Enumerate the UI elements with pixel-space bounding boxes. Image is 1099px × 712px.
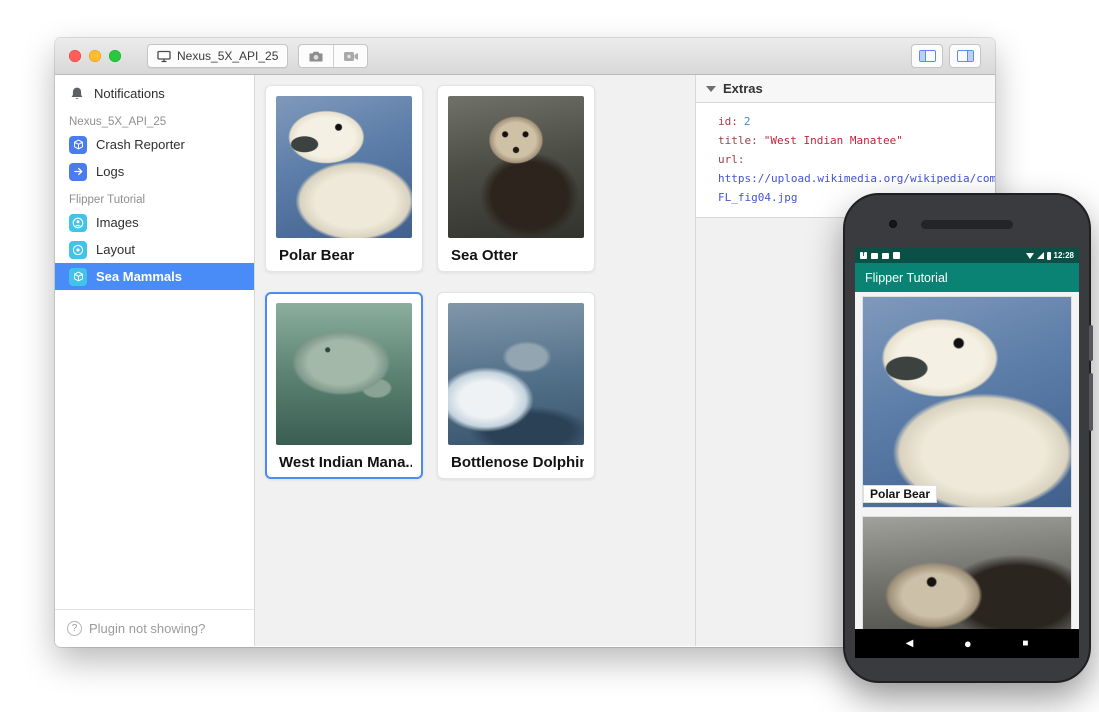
panel-toggle-group [911,44,981,68]
screen-record-button[interactable] [333,45,367,67]
phone-polar-bear-photo [863,297,1071,507]
phone-sea-otter-photo [863,517,1071,629]
front-camera-icon [889,220,897,228]
layout-target-icon [69,241,87,259]
android-nav-bar: ◀ ● ■ [855,629,1079,658]
android-phone-mockup: f 12:28 Flipper Tutorial Polar [843,193,1091,683]
desktop-background: Nexus_5X_API_25 [0,0,1099,712]
gallery-card-sea-otter[interactable]: Sea Otter [437,85,595,272]
android-status-bar: f 12:28 [855,248,1079,263]
extras-header[interactable]: Extras [696,75,995,103]
code-line-title: title:"West Indian Manatee" [718,131,991,150]
screenshot-button[interactable] [299,45,333,67]
sidebar-item-label: Crash Reporter [96,137,185,152]
chat-bubble-icon [871,253,878,259]
help-label: Plugin not showing? [89,621,205,636]
facebook-notification-icon: f [860,252,867,259]
device-selector-button[interactable]: Nexus_5X_API_25 [147,44,288,68]
sidebar-section-tutorial: Flipper Tutorial [55,185,254,209]
monitor-icon [157,50,171,63]
crash-reporter-cube-icon [69,136,87,154]
sidebar-item-label: Layout [96,242,135,257]
wifi-icon [1026,253,1034,259]
sidebar-item-notifications[interactable]: Notifications [55,80,254,107]
close-button[interactable] [69,50,81,62]
device-name: Nexus_5X_API_25 [177,49,278,63]
camera-icon [308,50,324,63]
code-line-url-key: url: [718,150,991,169]
card-title: Bottlenose Dolphin [448,445,584,471]
code-line-url-value: https://upload.wikimedia.org/wikipedia/c… [718,169,991,188]
sidebar-item-sea-mammals[interactable]: Sea Mammals [55,263,254,290]
earpiece-speaker [921,220,1013,229]
left-panel-icon [919,50,936,62]
sea-mammals-gallery: Polar Bear Sea Otter West Indian Mana...… [255,75,695,646]
android-app-bar: Flipper Tutorial [855,263,1079,292]
images-person-icon [69,214,87,232]
question-mark-icon: ? [67,621,82,636]
phone-screen: f 12:28 Flipper Tutorial Polar [855,248,1079,658]
plugin-help-link[interactable]: ? Plugin not showing? [55,609,254,646]
chat-bubble-icon [882,253,889,259]
gallery-card-bottlenose-dolphin[interactable]: Bottlenose Dolphin [437,292,595,479]
cell-signal-icon [1037,252,1044,259]
capture-button-group [298,44,368,68]
home-icon: ● [964,637,972,650]
minimize-button[interactable] [89,50,101,62]
usb-notification-icon [893,252,900,259]
gallery-card-west-indian-manatee[interactable]: West Indian Mana... [265,292,423,479]
collapse-triangle-icon [706,86,716,92]
gallery-card-polar-bear[interactable]: Polar Bear [265,85,423,272]
sidebar-section-device: Nexus_5X_API_25 [55,107,254,131]
clock-text: 12:28 [1054,251,1074,260]
toggle-right-panel-button[interactable] [949,44,981,68]
sidebar-item-layout[interactable]: Layout [55,236,254,263]
plugin-sidebar: Notifications Nexus_5X_API_25 Crash Repo… [55,75,255,646]
phone-polar-bear-card: Polar Bear [863,297,1071,507]
volume-button [1089,373,1093,431]
sea-otter-photo [448,96,584,238]
sidebar-item-crash-reporter[interactable]: Crash Reporter [55,131,254,158]
sidebar-item-label: Sea Mammals [96,269,182,284]
video-camera-icon [343,51,359,62]
sea-mammals-cube-icon [69,268,87,286]
sidebar-item-label: Notifications [94,86,165,101]
window-toolbar: Nexus_5X_API_25 [55,38,995,75]
battery-icon [1047,252,1051,260]
polar-bear-photo [276,96,412,238]
logs-arrow-icon [69,163,87,181]
traffic-lights [69,50,121,62]
recents-icon: ■ [1022,639,1028,649]
toggle-left-panel-button[interactable] [911,44,943,68]
zoom-button[interactable] [109,50,121,62]
system-status-icons: 12:28 [1026,251,1074,260]
sidebar-item-label: Logs [96,164,124,179]
power-button [1089,325,1093,361]
card-title: Sea Otter [448,238,584,264]
back-icon: ◀ [906,639,914,649]
phone-card-label: Polar Bear [863,485,937,503]
dolphin-photo [448,303,584,445]
sidebar-item-logs[interactable]: Logs [55,158,254,185]
right-panel-icon [957,50,974,62]
sidebar-item-images[interactable]: Images [55,209,254,236]
card-title: West Indian Mana... [276,445,412,471]
bell-icon [69,86,85,102]
sidebar-item-label: Images [96,215,139,230]
code-line-id: id:2 [718,112,991,131]
card-title: Polar Bear [276,238,412,264]
phone-app-content: Polar Bear [855,292,1079,629]
manatee-photo [276,303,412,445]
notification-icons: f [860,252,900,259]
app-bar-title: Flipper Tutorial [865,271,948,285]
extras-title: Extras [723,81,763,96]
